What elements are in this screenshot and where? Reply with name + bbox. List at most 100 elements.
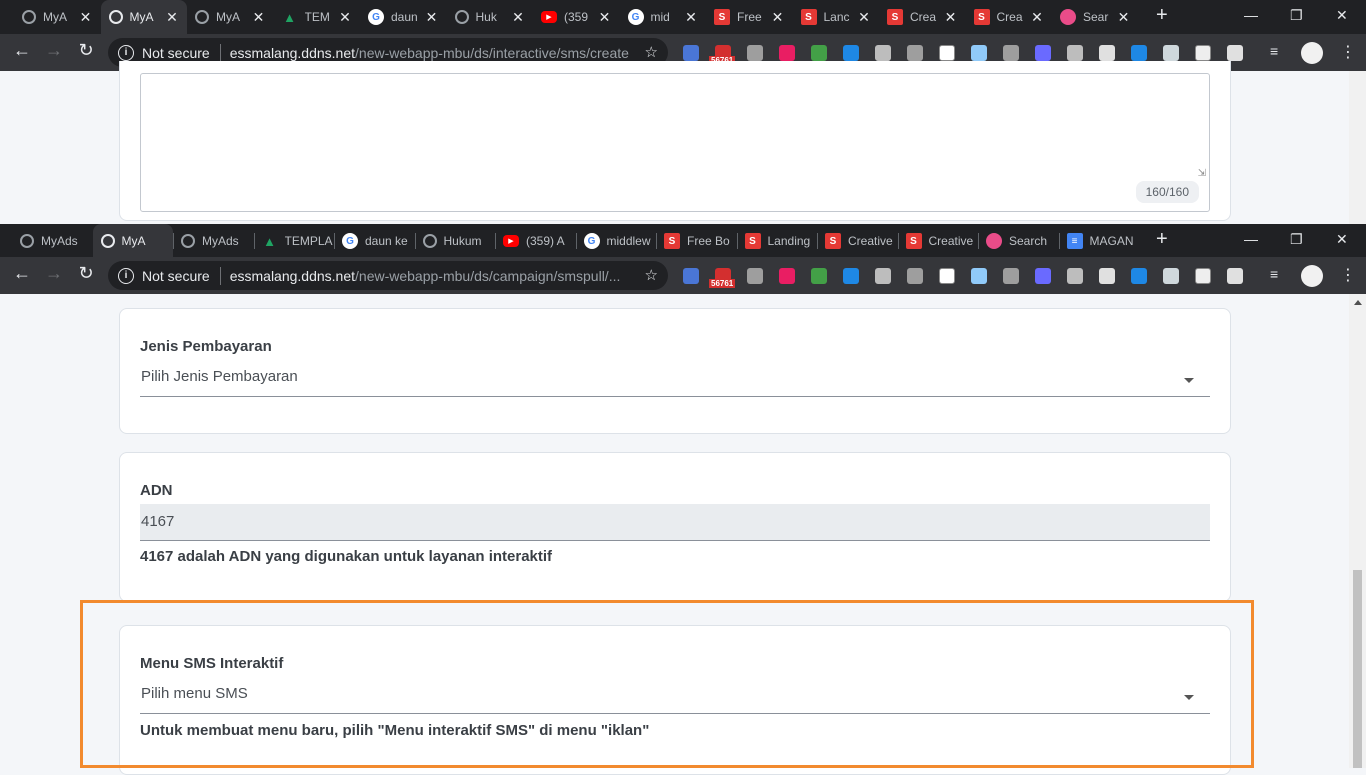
browser-tab[interactable]: S Free Bo bbox=[656, 224, 737, 258]
back-button[interactable]: ← bbox=[10, 40, 34, 61]
browser-tab[interactable]: MyA ✕ bbox=[14, 0, 101, 34]
browser-tab[interactable]: S Creative bbox=[898, 224, 979, 258]
close-window-button[interactable]: ✕ bbox=[1336, 7, 1348, 24]
close-icon[interactable]: ✕ bbox=[252, 9, 266, 26]
browser-tab[interactable]: ▶ (359) A bbox=[495, 224, 576, 258]
square-icon[interactable] bbox=[843, 45, 859, 61]
abp-icon[interactable] bbox=[1003, 268, 1019, 284]
scroll-thumb[interactable] bbox=[1353, 570, 1362, 768]
gear-icon[interactable] bbox=[875, 45, 891, 61]
info-icon[interactable]: i bbox=[118, 267, 134, 284]
close-icon[interactable]: ✕ bbox=[1117, 9, 1131, 26]
browser-tab[interactable]: Gmiddlew bbox=[576, 224, 657, 258]
image-icon[interactable] bbox=[1227, 45, 1243, 61]
browser-tab[interactable]: Huk ✕ bbox=[447, 0, 534, 34]
php-icon[interactable] bbox=[1035, 45, 1051, 61]
bookmark-icon[interactable] bbox=[1131, 268, 1147, 284]
minimize-button[interactable]: — bbox=[1244, 231, 1258, 247]
avatar[interactable] bbox=[1301, 265, 1323, 287]
adn-input[interactable]: 4167 bbox=[140, 504, 1210, 541]
menu-icon[interactable]: ⋮ bbox=[1340, 265, 1356, 285]
forward-button[interactable]: → bbox=[42, 40, 66, 61]
browser-tab[interactable]: S Creative bbox=[817, 224, 898, 258]
close-icon[interactable]: ✕ bbox=[165, 9, 179, 26]
browser-tab[interactable]: S Crea ✕ bbox=[879, 0, 966, 34]
browser-tab[interactable]: MyAds bbox=[173, 224, 254, 258]
glasses-icon[interactable] bbox=[1195, 45, 1211, 61]
close-icon[interactable]: ✕ bbox=[944, 9, 958, 26]
gear-icon[interactable] bbox=[875, 268, 891, 284]
close-icon[interactable]: ✕ bbox=[511, 9, 525, 26]
avatar[interactable] bbox=[1301, 42, 1323, 64]
back-button[interactable]: ← bbox=[10, 263, 34, 284]
browser-tab[interactable]: Sear ✕ bbox=[1052, 0, 1139, 34]
close-icon[interactable]: ✕ bbox=[684, 9, 698, 26]
browser-tab[interactable]: Search bbox=[978, 224, 1059, 258]
browser-tab[interactable]: S Crea ✕ bbox=[966, 0, 1053, 34]
color-wheel-icon[interactable] bbox=[779, 268, 795, 284]
translate-icon[interactable] bbox=[683, 268, 699, 284]
close-icon[interactable]: ✕ bbox=[771, 9, 785, 26]
translate-icon[interactable] bbox=[683, 45, 699, 61]
bookmark-star-icon[interactable]: ☆ bbox=[645, 266, 658, 284]
close-icon[interactable]: ✕ bbox=[338, 9, 352, 26]
color-wheel-icon[interactable] bbox=[779, 45, 795, 61]
bookmark-icon[interactable] bbox=[1131, 45, 1147, 61]
scrollbar[interactable] bbox=[1349, 294, 1366, 768]
formula-icon[interactable] bbox=[747, 45, 763, 61]
abp-icon[interactable] bbox=[1003, 45, 1019, 61]
image-icon[interactable] bbox=[1227, 268, 1243, 284]
leaf-icon[interactable] bbox=[811, 268, 827, 284]
new-tab-button[interactable]: + bbox=[1156, 4, 1168, 27]
close-icon[interactable]: ✕ bbox=[598, 9, 612, 26]
download-icon[interactable] bbox=[1099, 268, 1115, 284]
resize-handle-icon[interactable]: ⇲ bbox=[1198, 168, 1206, 179]
scroll-up-icon[interactable] bbox=[1354, 300, 1362, 305]
download-icon[interactable] bbox=[1099, 45, 1115, 61]
bookmark-star-icon[interactable]: ☆ bbox=[645, 43, 658, 61]
circle-icon[interactable] bbox=[971, 45, 987, 61]
reload-button[interactable]: ↻ bbox=[74, 263, 98, 284]
close-icon[interactable]: ✕ bbox=[79, 9, 93, 26]
close-window-button[interactable]: ✕ bbox=[1336, 231, 1348, 248]
browser-tab[interactable]: Gdaun ke bbox=[334, 224, 415, 258]
php-icon[interactable] bbox=[1035, 268, 1051, 284]
payment-select[interactable]: Pilih Jenis Pembayaran bbox=[140, 365, 1210, 397]
ruler-icon[interactable] bbox=[907, 45, 923, 61]
browser-tab[interactable]: MyA bbox=[92, 224, 173, 258]
reload-button[interactable]: ↻ bbox=[74, 40, 98, 61]
browser-tab[interactable]: S Lanc ✕ bbox=[793, 0, 880, 34]
browser-tab[interactable]: Hukum bbox=[415, 224, 496, 258]
formula-icon[interactable] bbox=[747, 268, 763, 284]
info-icon[interactable]: i bbox=[118, 44, 134, 61]
browser-tab[interactable]: ▲ TEM ✕ bbox=[274, 0, 361, 34]
note-icon[interactable] bbox=[939, 268, 955, 284]
browser-tab[interactable]: ▶ (359 ✕ bbox=[533, 0, 620, 34]
fox-icon[interactable] bbox=[1163, 268, 1179, 284]
restore-button[interactable]: ❐ bbox=[1290, 231, 1303, 248]
browser-tab[interactable]: S Free ✕ bbox=[706, 0, 793, 34]
bulb-icon[interactable] bbox=[1067, 268, 1083, 284]
message-textarea[interactable]: 160/160 ⇲ bbox=[140, 73, 1210, 212]
restore-button[interactable]: ❐ bbox=[1290, 7, 1303, 24]
menu-icon[interactable]: ⋮ bbox=[1340, 42, 1356, 62]
fox-icon[interactable] bbox=[1163, 45, 1179, 61]
scrollbar-top[interactable] bbox=[1349, 71, 1366, 224]
media-icon[interactable]: ≡ bbox=[1270, 43, 1286, 59]
note-icon[interactable] bbox=[939, 45, 955, 61]
ruler-icon[interactable] bbox=[907, 268, 923, 284]
browser-tab[interactable]: ≡ MAGAN bbox=[1059, 224, 1140, 258]
browser-tab[interactable]: MyAds bbox=[12, 224, 93, 258]
media-icon[interactable]: ≡ bbox=[1270, 266, 1286, 282]
browser-tab[interactable]: MyA ✕ bbox=[187, 0, 274, 34]
browser-tab[interactable]: S Landing bbox=[737, 224, 818, 258]
close-icon[interactable]: ✕ bbox=[425, 9, 439, 26]
square-icon[interactable] bbox=[843, 268, 859, 284]
bulb-icon[interactable] bbox=[1067, 45, 1083, 61]
new-tab-button[interactable]: + bbox=[1156, 228, 1168, 251]
glasses-icon[interactable] bbox=[1195, 268, 1211, 284]
close-icon[interactable]: ✕ bbox=[1030, 9, 1044, 26]
browser-tab[interactable]: Gmid ✕ bbox=[620, 0, 707, 34]
browser-tab[interactable]: MyA ✕ bbox=[100, 0, 187, 34]
close-icon[interactable]: ✕ bbox=[857, 9, 871, 26]
